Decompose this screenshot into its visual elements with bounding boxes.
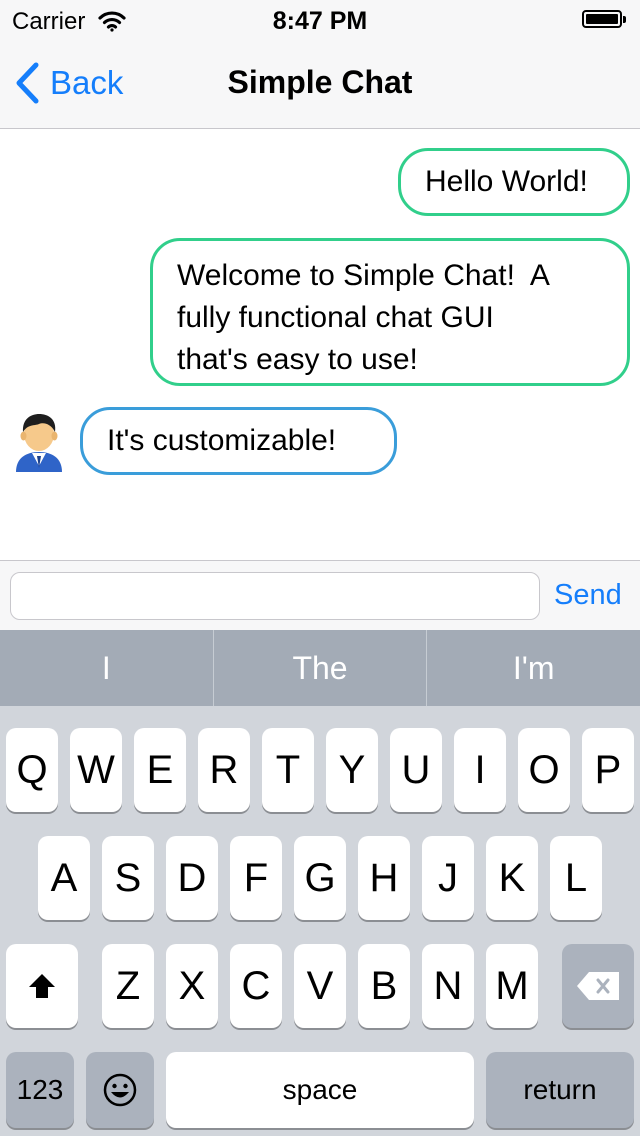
message-line: Welcome to Simple Chat! A <box>177 259 550 292</box>
key-r[interactable]: R <box>198 728 250 812</box>
key-h[interactable]: H <box>358 836 410 920</box>
key-x[interactable]: X <box>166 944 218 1028</box>
keyboard: I The I'm Q W E R T Y U I O P A S D F G … <box>0 630 640 1136</box>
key-o[interactable]: O <box>518 728 570 812</box>
key-c[interactable]: C <box>230 944 282 1028</box>
key-w[interactable]: W <box>70 728 122 812</box>
backspace-icon <box>577 972 619 1000</box>
shift-key[interactable] <box>6 944 78 1028</box>
key-a[interactable]: A <box>38 836 90 920</box>
key-e[interactable]: E <box>134 728 186 812</box>
suggestion-item[interactable]: I'm <box>426 630 640 706</box>
shift-icon <box>29 974 55 998</box>
message-text: Hello World! <box>425 165 588 198</box>
key-q[interactable]: Q <box>6 728 58 812</box>
key-j[interactable]: J <box>422 836 474 920</box>
send-button[interactable]: Send <box>554 579 622 612</box>
suggestion-item[interactable]: I <box>0 630 213 706</box>
key-i[interactable]: I <box>454 728 506 812</box>
status-time: 8:47 PM <box>272 7 368 35</box>
key-s[interactable]: S <box>102 836 154 920</box>
message-line: that's easy to use! <box>177 343 418 376</box>
battery-full-icon <box>582 10 628 30</box>
user-avatar-icon <box>16 414 62 472</box>
delete-key[interactable] <box>562 944 634 1028</box>
emoji-key[interactable] <box>86 1052 154 1128</box>
page-title: Simple Chat <box>227 64 413 100</box>
suggestion-bar: I The I'm <box>0 630 640 706</box>
key-m[interactable]: M <box>486 944 538 1028</box>
emoji-icon <box>103 1073 137 1107</box>
key-p[interactable]: P <box>582 728 634 812</box>
key-u[interactable]: U <box>390 728 442 812</box>
composer-bar: Send <box>0 560 640 631</box>
message-text: It's customizable! <box>107 424 337 457</box>
key-l[interactable]: L <box>550 836 602 920</box>
space-key[interactable]: space <box>166 1052 474 1128</box>
key-n[interactable]: N <box>422 944 474 1028</box>
top-bar: Carrier 8:47 PM Back Simple Chat <box>0 0 640 129</box>
key-d[interactable]: D <box>166 836 218 920</box>
key-y[interactable]: Y <box>326 728 378 812</box>
key-z[interactable]: Z <box>102 944 154 1028</box>
key-g[interactable]: G <box>294 836 346 920</box>
numbers-key[interactable]: 123 <box>6 1052 74 1128</box>
message-bubble-sent: Hello World! <box>398 148 630 216</box>
key-k[interactable]: K <box>486 836 538 920</box>
return-key[interactable]: return <box>486 1052 634 1128</box>
key-t[interactable]: T <box>262 728 314 812</box>
message-bubble-sent: Welcome to Simple Chat! A fully function… <box>150 238 630 386</box>
key-v[interactable]: V <box>294 944 346 1028</box>
message-input[interactable] <box>10 572 540 620</box>
key-b[interactable]: B <box>358 944 410 1028</box>
key-f[interactable]: F <box>230 836 282 920</box>
message-bubble-received: It's customizable! <box>80 407 397 475</box>
suggestion-item[interactable]: The <box>212 630 427 706</box>
message-line: fully functional chat GUI <box>177 301 494 334</box>
